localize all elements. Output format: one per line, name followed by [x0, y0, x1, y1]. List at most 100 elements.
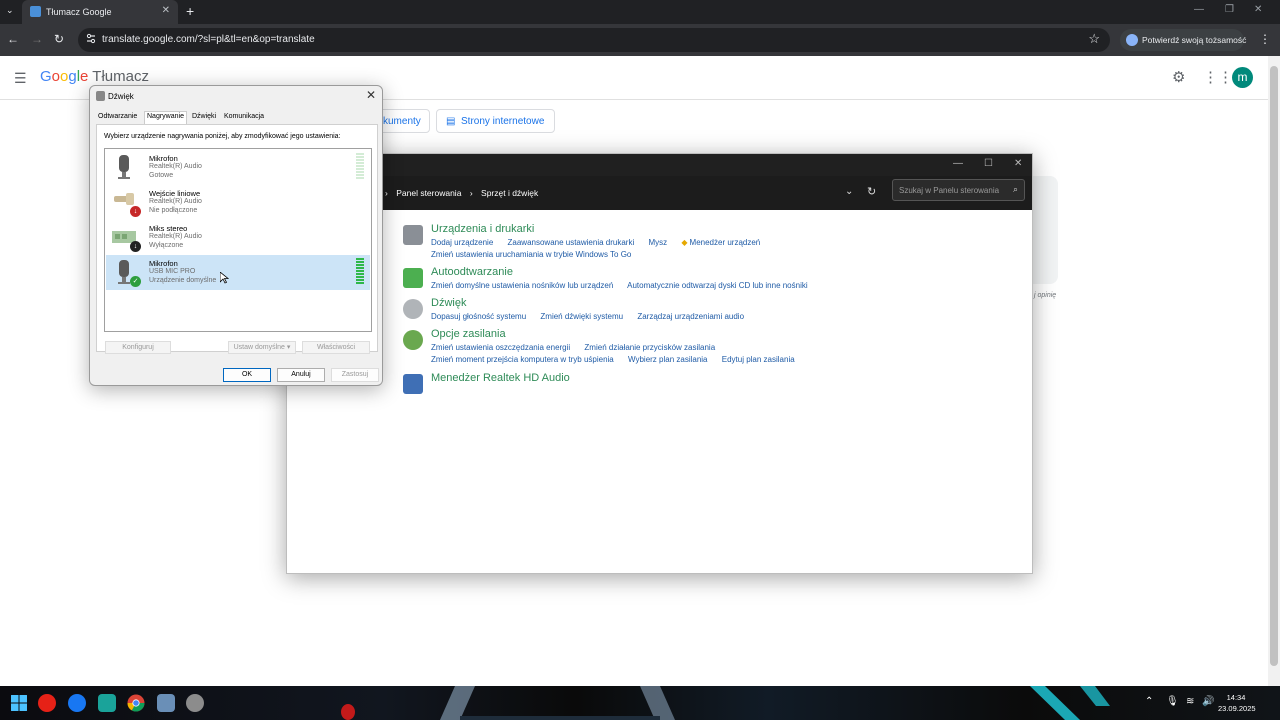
google-translate-logo[interactable]: Google Tłumacz — [40, 68, 149, 85]
sound-settings-taskbar-icon[interactable] — [186, 694, 204, 712]
discord-icon[interactable] — [98, 694, 116, 712]
clock[interactable]: 14:34 23.09.2025 — [1218, 692, 1256, 714]
dialog-close-icon[interactable]: ✕ — [366, 88, 376, 102]
back-icon[interactable]: ← — [7, 32, 19, 46]
cp-close-icon[interactable]: ✕ — [1014, 158, 1022, 169]
meter-bar — [356, 156, 364, 158]
windows-start-icon[interactable] — [10, 694, 28, 712]
set-default-button[interactable]: Ustaw domyślne ▾ — [228, 341, 296, 354]
control-panel-taskbar-icon[interactable] — [157, 694, 175, 712]
forward-icon[interactable]: → — [31, 32, 43, 46]
link[interactable]: Automatycznie odtwarzaj dyski CD lub inn… — [627, 281, 808, 290]
reload-icon[interactable]: ↻ — [54, 32, 64, 46]
device-driver: Realtek(R) Audio — [149, 163, 202, 170]
category-title[interactable]: Menedżer Realtek HD Audio — [431, 372, 570, 384]
link[interactable]: Dopasuj głośność systemu — [431, 312, 526, 321]
breadcrumb-hardware-sound[interactable]: Sprzęt i dźwięk — [481, 188, 538, 198]
wifi-icon[interactable]: ≋ — [1186, 696, 1194, 707]
cancel-button[interactable]: Anuluj — [277, 368, 325, 382]
window-close-icon[interactable]: ✕ — [1254, 4, 1262, 15]
sound-dialog-icon — [96, 91, 105, 101]
account-avatar[interactable]: m — [1232, 67, 1253, 88]
link[interactable]: Zmień ustawienia uruchamiania w trybie W… — [431, 250, 631, 259]
properties-button[interactable]: Właściwości — [302, 341, 370, 354]
websites-tab[interactable]: ▤ Strony internetowe — [436, 109, 555, 133]
bookmark-star-icon[interactable]: ☆ — [1088, 31, 1100, 47]
meter-bar — [356, 162, 364, 164]
autoplay-icon — [403, 268, 423, 288]
list-item[interactable]: ↓ Miks stereo Realtek(R) Audio Wyłączone — [106, 220, 370, 255]
apps-grid-icon[interactable]: ⋮⋮ — [1203, 68, 1233, 86]
meter-bar — [356, 153, 364, 155]
tab-search-icon[interactable]: ⌄ — [6, 5, 14, 16]
site-info-icon[interactable] — [86, 33, 96, 45]
link[interactable]: Menedżer urządzeń — [690, 238, 761, 247]
link[interactable]: Edytuj plan zasilania — [722, 355, 795, 364]
tray-overflow-icon[interactable]: ⌃ — [1145, 696, 1153, 707]
microphone-tray-icon[interactable]: 🎙 — [1166, 696, 1179, 707]
list-item[interactable]: Mikrofon Realtek(R) Audio Gotowe — [106, 150, 370, 185]
shield-icon: ◆ — [681, 238, 688, 247]
category-title[interactable]: Autoodtwarzanie — [431, 266, 820, 278]
meter-bar — [356, 264, 364, 266]
category-links: Dopasuj głośność systemu Zmień dźwięki s… — [431, 312, 756, 321]
tab-recording[interactable]: Nagrywanie — [144, 111, 187, 125]
volume-icon[interactable]: 🔊 — [1202, 696, 1214, 707]
browser-menu-icon[interactable]: ⋮ — [1259, 32, 1271, 46]
meter-bar — [356, 267, 364, 269]
link[interactable]: Dodaj urządzenie — [431, 238, 493, 247]
google-translate-favicon-icon — [30, 6, 41, 17]
configure-button[interactable]: Konfiguruj — [105, 341, 171, 354]
link[interactable]: Mysz — [648, 238, 667, 247]
browser-tab[interactable]: Tłumacz Google ✕ — [22, 0, 178, 24]
breadcrumb-sep: › — [385, 188, 388, 198]
main-menu-icon[interactable]: ☰ — [14, 70, 27, 87]
time: 14:34 — [1226, 693, 1246, 702]
category-title[interactable]: Opcje zasilania — [431, 328, 807, 340]
list-item-selected[interactable]: ✓ Mikrofon USB MIC PRO Urządzenie domyśl… — [106, 255, 370, 290]
link[interactable]: Zmień ustawienia oszczędzania energii — [431, 343, 570, 352]
category-title[interactable]: Dźwięk — [431, 297, 756, 309]
settings-gear-icon[interactable]: ⚙ — [1172, 68, 1185, 86]
cp-search-input[interactable]: Szukaj w Panelu sterowania ⌕ — [892, 179, 1025, 201]
cp-maximize-icon[interactable]: ☐ — [984, 158, 993, 169]
wallpaper-streak — [1030, 686, 1110, 720]
facebook-icon[interactable] — [68, 694, 86, 712]
youtube-icon[interactable] — [38, 694, 56, 712]
restore-icon[interactable]: ❐ — [1225, 4, 1234, 15]
category-links-secondary: Zmień ustawienia uruchamiania w trybie W… — [431, 250, 772, 259]
link[interactable]: Wybierz plan zasilania — [628, 355, 708, 364]
link[interactable]: Zmień domyślne ustawienia nośników lub u… — [431, 281, 613, 290]
link[interactable]: Zmień moment przejścia komputera w tryb … — [431, 355, 614, 364]
control-panel-titlebar[interactable]: — ☐ ✕ — [287, 154, 1032, 176]
link[interactable]: Zmień dźwięki systemu — [540, 312, 623, 321]
scrollbar-thumb[interactable] — [1270, 66, 1278, 666]
cp-address-bar[interactable]: › Panel sterowania › Sprzęt i dźwięk ⌄ ↻… — [287, 176, 1032, 210]
device-list[interactable]: Mikrofon Realtek(R) Audio Gotowe ↓ Wejśc… — [104, 148, 372, 332]
cp-refresh-icon[interactable]: ↻ — [867, 185, 876, 198]
recording-panel: Wybierz urządzenie nagrywania poniżej, a… — [96, 124, 378, 352]
list-item[interactable]: ↓ Wejście liniowe Realtek(R) Audio Nie p… — [106, 185, 370, 220]
tab-close-icon[interactable]: ✕ — [162, 5, 170, 16]
chrome-icon[interactable] — [127, 694, 145, 712]
category-links: Zmień ustawienia oszczędzania energii Zm… — [431, 343, 807, 352]
breadcrumb-control-panel[interactable]: Panel sterowania — [396, 188, 461, 198]
identity-button[interactable]: Potwierdź swoją tożsamość — [1120, 29, 1246, 51]
meter-bar — [356, 168, 364, 170]
send-feedback-link[interactable]: j opinię — [1034, 292, 1056, 299]
dropdown-arrow-icon[interactable]: ▾ — [287, 344, 291, 351]
cp-minimize-icon[interactable]: — — [953, 158, 963, 169]
ok-button[interactable]: OK — [223, 368, 271, 382]
category-sound: Dźwięk Dopasuj głośność systemu Zmień dź… — [403, 297, 756, 321]
link[interactable]: Zaawansowane ustawienia drukarki — [508, 238, 635, 247]
address-dropdown-icon[interactable]: ⌄ — [845, 186, 853, 197]
instruction-text: Wybierz urządzenie nagrywania poniżej, a… — [104, 133, 341, 140]
address-bar[interactable]: translate.google.com/?sl=pl&tl=en&op=tra… — [78, 28, 1110, 52]
apply-button[interactable]: Zastosuj — [331, 368, 379, 382]
page-scrollbar[interactable] — [1268, 56, 1280, 686]
new-tab-icon[interactable]: + — [186, 3, 194, 19]
category-title[interactable]: Urządzenia i drukarki — [431, 223, 772, 235]
minimize-icon[interactable]: — — [1194, 4, 1204, 15]
link[interactable]: Zmień działanie przycisków zasilania — [584, 343, 715, 352]
link[interactable]: Zarządzaj urządzeniami audio — [637, 312, 744, 321]
